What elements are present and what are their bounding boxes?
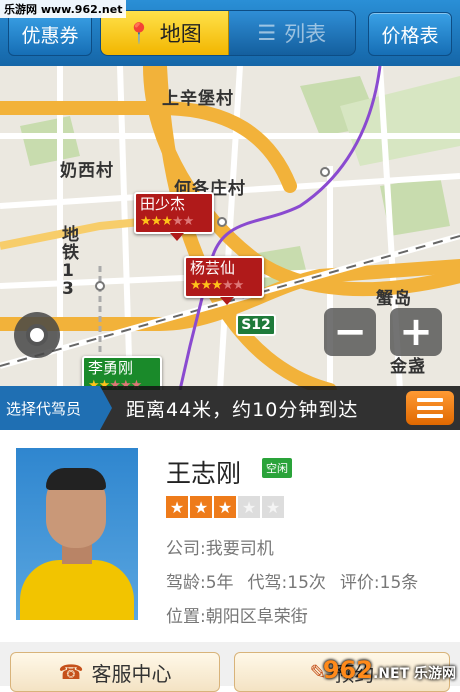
tab-list[interactable]: ☰ 列表 [229,11,356,55]
crosshair-icon [26,324,48,346]
place-label: 地铁13 [62,225,80,299]
driver-experience: 驾龄:5年 [166,573,234,593]
bottom-action-bar: ☎ 客服中心 ✎ 预约 962.NET 乐游网 [0,642,460,692]
locate-me-button[interactable] [14,312,60,358]
price-list-button[interactable]: 价格表 [368,12,452,56]
star-icon: ★ [166,496,188,518]
customer-service-button[interactable]: ☎ 客服中心 [10,652,220,692]
distance-text: 距离44米，约10分钟到达 [126,399,359,421]
tab-list-label: 列表 [284,22,327,46]
customer-service-label: 客服中心 [91,661,172,686]
list-icon: ☰ [257,21,277,45]
driver-photo [16,448,138,620]
photo-shirt [20,560,134,620]
map-view[interactable]: 上辛堡村 奶西村 何各庄村 地铁13 蟹岛 金盏 S12 田少杰 ★★★★★ 杨… [0,66,460,390]
marker-stars: ★★★★★ [140,214,194,229]
driver-drives: 代驾:15次 [247,573,326,593]
status-badge: 空闲 [262,458,292,478]
marker-name: 杨芸仙 [190,259,236,277]
driver-company: 公司:我要司机 [166,539,274,559]
hamburger-icon [417,398,443,402]
driver-marker[interactable]: 杨芸仙 ★★★★★ [184,256,264,305]
zoom-out-button[interactable]: − [324,308,376,356]
star-empty-icon: ★ [238,496,260,518]
star-icon: ★ [214,496,236,518]
marker-stars: ★★★★★ [190,278,244,293]
place-label: 奶西村 [60,161,114,181]
map-pin-icon: 📍 [126,21,152,45]
place-label: 蟹岛 [376,289,412,309]
watermark-number: 962 [322,656,373,684]
watermark-net: .NET [372,666,410,682]
view-segmented-control: 📍 地图 ☰ 列表 [100,10,356,56]
driver-marker[interactable]: 李勇刚 ★★★★★ [82,356,162,390]
zoom-in-button[interactable]: + [390,308,442,356]
distance-strip: 选择代驾员 距离44米，约10分钟到达 [0,386,460,430]
marker-name: 李勇刚 [88,359,134,377]
site-watermark-bottom: 962.NET 乐游网 [323,656,456,684]
driver-rating: ★ ★ ★ ★ ★ [166,496,284,518]
driver-reviews: 评价:15条 [339,573,419,593]
tab-map-label: 地图 [159,22,202,46]
coupon-button[interactable]: 优惠券 [8,12,92,56]
driver-name: 王志刚 [166,459,242,488]
road-shield: S12 [236,314,276,336]
driver-location: 位置:朝阳区阜荣街 [166,607,308,627]
driver-info-card[interactable]: 王志刚 空闲 ★ ★ ★ ★ ★ 公司:我要司机 驾龄:5年 代驾:15次 评价:1… [0,430,460,642]
menu-button[interactable] [406,391,454,425]
star-empty-icon: ★ [262,496,284,518]
phone-icon: ☎ [58,660,84,684]
place-label: 上辛堡村 [162,89,234,109]
hamburger-icon-bar [417,406,443,410]
driver-stats: 驾龄:5年 代驾:15次 评价:15条 [166,568,418,593]
driver-marker[interactable]: 田少杰 ★★★★★ [134,192,214,241]
star-icon: ★ [190,496,212,518]
watermark-site: 乐游网 [414,666,456,682]
marker-name: 田少杰 [140,195,186,213]
photo-hair [46,468,106,490]
site-watermark: 乐游网 www.962.net [0,0,127,18]
hamburger-icon-bar [417,414,443,418]
select-driver-button[interactable]: 选择代驾员 [0,386,112,430]
